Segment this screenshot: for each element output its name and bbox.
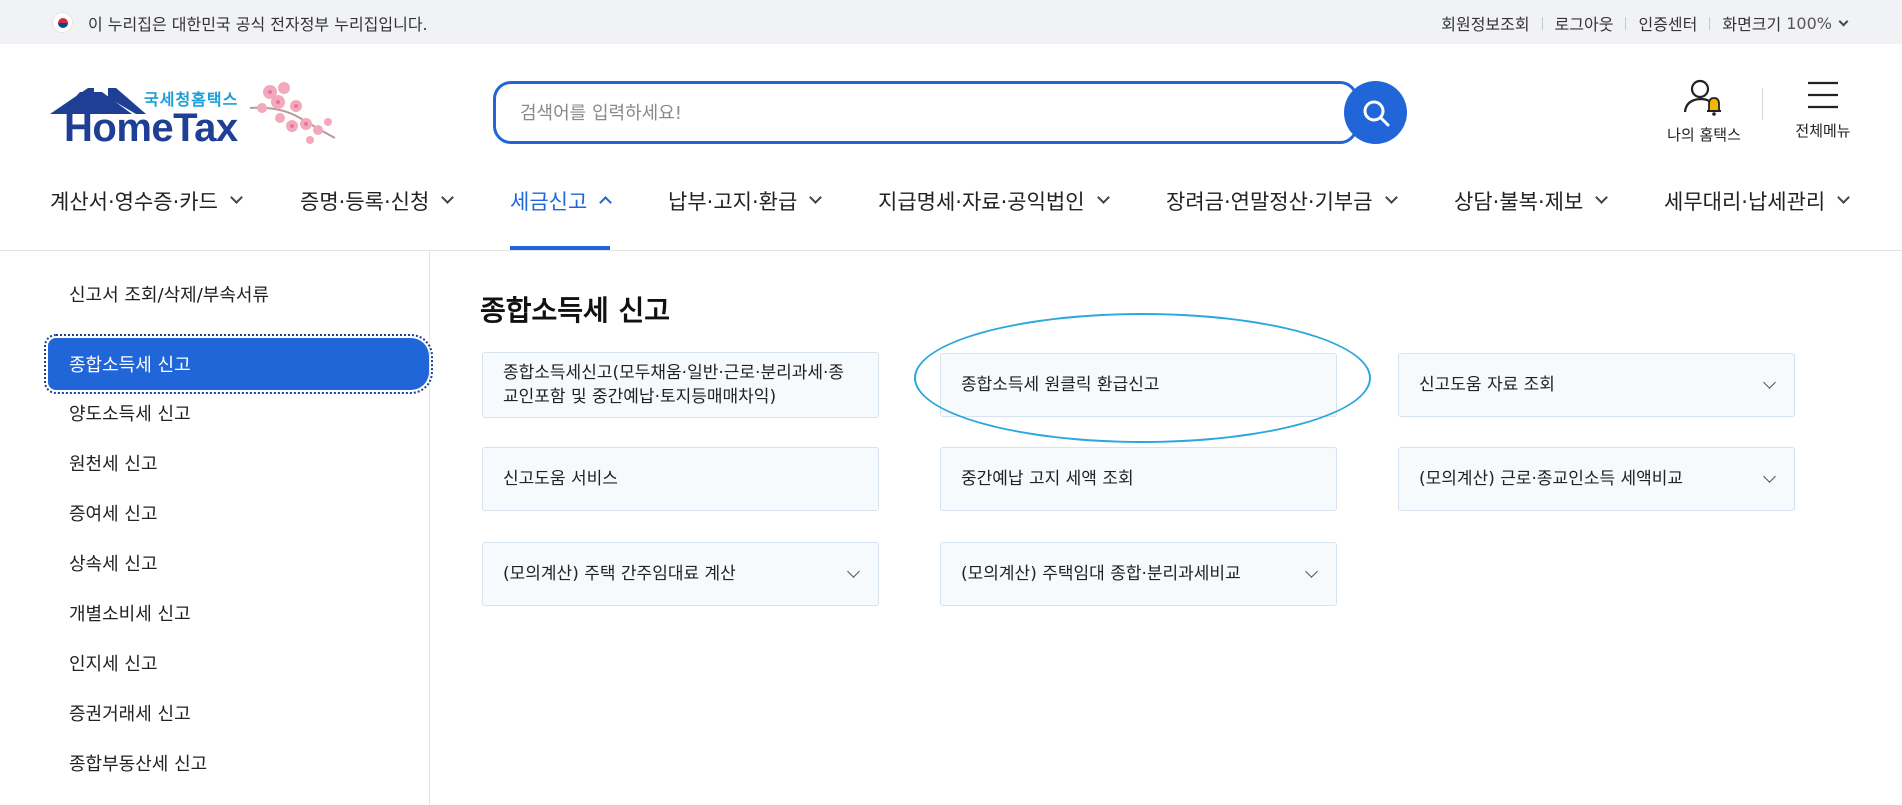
sidebar-item-property-tax[interactable]: 종합부동산세 신고: [48, 738, 430, 788]
zoom-value: 100%: [1786, 13, 1832, 33]
gnb-label: 납부·고지·환급: [668, 190, 798, 214]
chevron-down-icon: [1595, 191, 1609, 204]
search-icon: [1363, 100, 1389, 126]
chevron-down-icon: [809, 191, 823, 204]
simulation-earned-income-card[interactable]: (모의계산) 근로·종교인소득 세액비교: [1398, 447, 1795, 511]
divider: [1541, 16, 1543, 30]
sidebar-item-excise-tax[interactable]: 개별소비세 신고: [48, 588, 430, 638]
my-hometax-label: 나의 홈택스: [1667, 126, 1741, 144]
chevron-up-icon: [599, 196, 613, 209]
gnb-item-consult[interactable]: 상담·불복·제보: [1454, 186, 1609, 250]
gnb-item-incentive[interactable]: 장려금·연말정산·기부금: [1166, 186, 1398, 250]
gnb-item-certificate[interactable]: 증명·등록·신청: [300, 186, 455, 250]
gnb-item-invoice[interactable]: 계산서·영수증·카드: [50, 186, 243, 250]
zoom-label: 화면크기: [1722, 15, 1782, 34]
chevron-down-icon: [230, 191, 243, 204]
one-click-refund-card[interactable]: 종합소득세 원클릭 환급신고: [940, 353, 1337, 417]
gnb-label: 장려금·연말정산·기부금: [1166, 190, 1373, 214]
card-label: 종합소득세 원클릭 환급신고: [961, 375, 1160, 395]
card-label: (모의계산) 주택 간주임대료 계산: [503, 564, 736, 584]
chevron-down-icon: [1305, 565, 1318, 578]
filing-help-data-card[interactable]: 신고도움 자료 조회: [1398, 353, 1795, 417]
cert-center-link[interactable]: 인증센터: [1638, 11, 1697, 35]
income-tax-return-card[interactable]: 종합소득세신고(모두채움·일반·근로·분리과세·종교인포함 및 중간예납·토지등…: [482, 352, 879, 418]
chevron-down-icon: [1384, 191, 1398, 204]
card-label: (모의계산) 주택임대 종합·분리과세비교: [961, 564, 1241, 584]
card-label: 신고도움 서비스: [503, 469, 618, 489]
user-bell-icon: [1683, 79, 1721, 116]
gnb-label: 상담·불복·제보: [1454, 190, 1584, 214]
sidebar-item-stamp-tax[interactable]: 인지세 신고: [48, 638, 430, 688]
gov-notice-bar: 이 누리집은 대한민국 공식 전자정부 누리집입니다. 회원정보조회 로그아웃 …: [0, 0, 1902, 44]
gnb-label: 증명·등록·신청: [300, 190, 430, 214]
hamburger-icon: [1808, 81, 1838, 109]
page-title: 종합소득세 신고: [480, 294, 671, 327]
logo-title: HomeTax: [64, 106, 238, 150]
divider: [1625, 16, 1627, 30]
gnb-item-tax-return[interactable]: 세금신고: [510, 186, 613, 250]
sidebar-item-securities-tax[interactable]: 증권거래세 신고: [48, 688, 430, 738]
search-input[interactable]: [520, 97, 1300, 129]
search-button[interactable]: [1344, 81, 1407, 144]
chevron-down-icon: [1838, 16, 1849, 26]
global-nav: 계산서·영수증·카드 증명·등록·신청 세금신고 납부·고지·환급 지급명세·자…: [0, 178, 1902, 250]
sidebar-item-inheritance-tax[interactable]: 상속세 신고: [48, 538, 430, 588]
sidebar-item-income-tax[interactable]: 종합소득세 신고: [44, 334, 433, 394]
interim-prepayment-card[interactable]: 중간예납 고지 세액 조회: [940, 447, 1337, 511]
simulation-rental-taxation-card[interactable]: (모의계산) 주택임대 종합·분리과세비교: [940, 542, 1337, 606]
chevron-down-icon: [1837, 191, 1851, 204]
logout-link[interactable]: 로그아웃: [1555, 11, 1614, 35]
sidebar-item-return-lookup[interactable]: 신고서 조회/삭제/부속서류: [48, 269, 430, 319]
chevron-down-icon: [847, 565, 860, 578]
gnb-item-payment[interactable]: 납부·고지·환급: [668, 186, 823, 250]
chevron-down-icon: [1096, 191, 1110, 204]
side-nav: 신고서 조회/삭제/부속서류 종합소득세 신고 양도소득세 신고 원천세 신고 …: [0, 251, 433, 805]
chevron-down-icon: [1763, 376, 1776, 389]
card-label: 종합소득세신고(모두채움·일반·근로·분리과세·종교인포함 및 중간예납·토지등…: [503, 363, 845, 407]
divider: [1709, 16, 1711, 30]
member-info-link[interactable]: 회원정보조회: [1441, 11, 1529, 35]
all-menu-button[interactable]: 전체메뉴: [1783, 80, 1863, 141]
sidebar-item-withholding-tax[interactable]: 원천세 신고: [48, 438, 430, 488]
filing-help-service-card[interactable]: 신고도움 서비스: [482, 447, 879, 511]
gnb-label: 계산서·영수증·카드: [50, 190, 218, 214]
korea-flag-icon: [52, 12, 73, 33]
card-label: 신고도움 자료 조회: [1419, 375, 1555, 395]
chevron-down-icon: [441, 191, 455, 204]
gnb-item-statement[interactable]: 지급명세·자료·공익법인: [878, 186, 1110, 250]
zoom-dropdown[interactable]: 화면크기 100%: [1722, 11, 1849, 35]
gnb-item-tax-agent[interactable]: 세무대리·납세관리: [1664, 186, 1851, 250]
sidebar-item-gift-tax[interactable]: 증여세 신고: [48, 488, 430, 538]
card-label: (모의계산) 근로·종교인소득 세액비교: [1419, 469, 1684, 489]
divider: [1762, 88, 1763, 120]
simulation-deemed-rent-card[interactable]: (모의계산) 주택 간주임대료 계산: [482, 542, 879, 606]
card-label: 중간예납 고지 세액 조회: [961, 469, 1134, 489]
my-hometax-button[interactable]: 나의 홈택스: [1656, 78, 1752, 145]
search-bar: [493, 81, 1358, 144]
utility-links: 회원정보조회 로그아웃 인증센터 화면크기 100%: [1441, 11, 1849, 35]
gov-notice-text: 이 누리집은 대한민국 공식 전자정부 누리집입니다.: [88, 15, 428, 34]
sidebar-item-transfer-tax[interactable]: 양도소득세 신고: [48, 388, 430, 438]
all-menu-label: 전체메뉴: [1795, 122, 1851, 140]
hometax-logo[interactable]: 국세청홈택스 HomeTax: [50, 78, 350, 158]
chevron-down-icon: [1763, 470, 1776, 483]
gnb-label: 지급명세·자료·공익법인: [878, 190, 1085, 214]
cherry-blossom-icon: [249, 82, 336, 144]
gnb-label: 세금신고: [510, 190, 588, 214]
gnb-label: 세무대리·납세관리: [1664, 190, 1826, 214]
